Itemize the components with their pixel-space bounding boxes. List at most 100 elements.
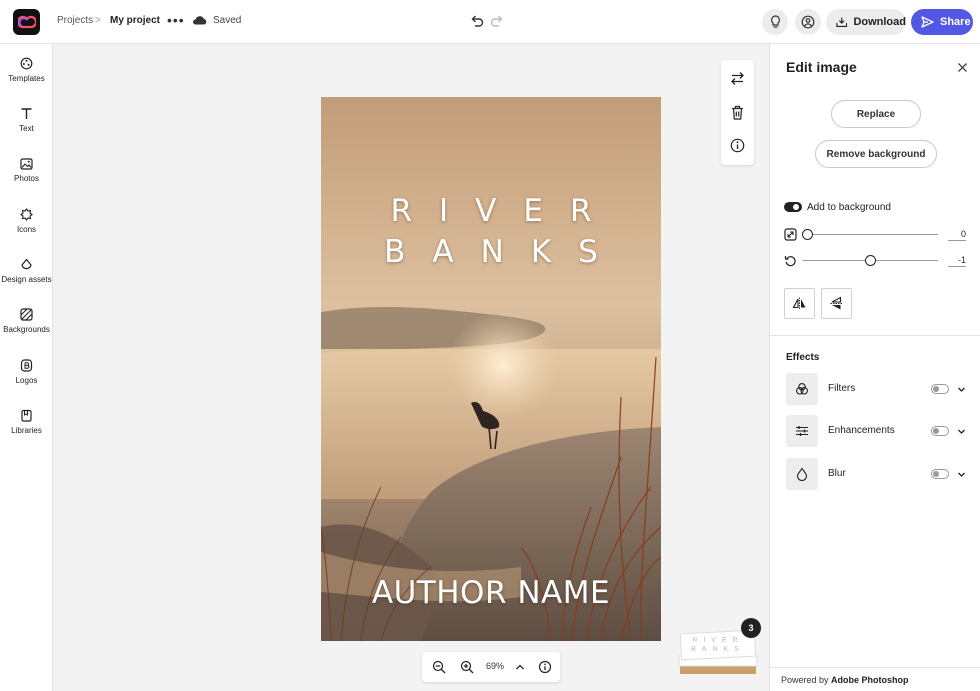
swap-icon[interactable]	[729, 70, 746, 87]
text-icon	[21, 108, 32, 119]
scale-slider-track[interactable]	[803, 234, 938, 235]
flip-horizontal-button[interactable]	[784, 288, 815, 319]
breadcrumb-separator: >	[95, 15, 101, 26]
rotate-icon	[784, 256, 796, 267]
rail-item-design-assets[interactable]: Design assets	[0, 258, 53, 300]
close-icon[interactable]	[957, 62, 968, 73]
zoom-level[interactable]: 69%	[486, 661, 504, 671]
panel-footer: Powered by Adobe Photoshop	[770, 667, 980, 691]
cover-title-line-1[interactable]: RIVER	[321, 193, 661, 229]
cloud-icon	[193, 16, 207, 25]
book-cover[interactable]: RIVER BANKS AUTHOR NAME	[321, 97, 661, 641]
lightbulb-button[interactable]	[762, 9, 788, 35]
effect-label: Blur	[828, 468, 846, 479]
rail-label: Backgrounds	[3, 325, 50, 334]
info-icon[interactable]	[538, 660, 552, 674]
rail-label: Templates	[8, 74, 45, 83]
rotate-value[interactable]: -1	[948, 255, 966, 267]
enhancements-toggle[interactable]	[931, 426, 949, 436]
more-options-button[interactable]: •••	[167, 13, 185, 27]
photos-icon	[20, 158, 33, 170]
rail-item-backgrounds[interactable]: Backgrounds	[0, 308, 53, 350]
share-button[interactable]: Share	[911, 9, 973, 35]
rail-label: Photos	[14, 174, 39, 183]
effect-label: Filters	[828, 383, 856, 394]
rail-label: Icons	[16, 225, 37, 234]
enhancements-tile[interactable]	[786, 415, 818, 447]
scale-value[interactable]: 0	[948, 229, 966, 241]
zoom-out-icon[interactable]	[432, 660, 446, 674]
add-to-background-toggle[interactable]	[784, 202, 802, 212]
download-button[interactable]: Download	[826, 9, 906, 35]
blur-tile[interactable]	[786, 458, 818, 490]
chevron-up-icon[interactable]	[513, 660, 527, 674]
trash-icon[interactable]	[729, 104, 746, 121]
save-status: Saved	[213, 15, 242, 26]
canvas-area: RIVER BANKS AUTHOR NAME 69% RIVER BANKS …	[53, 44, 769, 691]
panel-title: Edit image	[786, 59, 857, 75]
svg-text:RIVER: RIVER	[692, 637, 743, 644]
chevron-down-icon[interactable]	[957, 470, 966, 479]
info-icon[interactable]	[729, 137, 746, 154]
rail-item-logos[interactable]: Logos	[0, 359, 53, 401]
svg-text:BANKS: BANKS	[691, 646, 745, 653]
powered-by-prefix: Powered by	[781, 675, 829, 685]
filters-toggle[interactable]	[931, 384, 949, 394]
lightbulb-icon	[770, 15, 780, 28]
cover-title-line-2[interactable]: BANKS	[321, 234, 661, 270]
collaborate-button[interactable]	[795, 9, 821, 35]
project-name[interactable]: My project	[110, 15, 160, 26]
rail-item-icons[interactable]: Icons	[0, 208, 53, 250]
templates-icon	[20, 57, 33, 70]
powered-by-brand[interactable]: Adobe Photoshop	[831, 675, 909, 685]
effects-heading: Effects	[786, 352, 820, 363]
rail-label: Libraries	[11, 426, 42, 435]
download-label: Download	[853, 16, 906, 28]
breadcrumb-projects[interactable]: Projects	[57, 15, 93, 26]
effect-row-filters[interactable]: Filters	[786, 373, 966, 405]
enhancements-icon	[796, 426, 808, 436]
chevron-down-icon[interactable]	[957, 427, 966, 436]
rail-item-libraries[interactable]: Libraries	[0, 409, 53, 451]
flip-horizontal-icon	[792, 297, 806, 310]
blur-toggle[interactable]	[931, 469, 949, 479]
top-bar: Projects > My project ••• Saved Download	[0, 0, 980, 44]
left-rail: Templates Text Photos Icons Design asset…	[0, 44, 53, 691]
undo-icon[interactable]	[469, 13, 485, 29]
add-to-background-label: Add to background	[807, 202, 891, 213]
rail-item-text[interactable]: Text	[0, 107, 53, 149]
libraries-icon	[21, 409, 32, 422]
scale-slider-knob[interactable]	[802, 229, 813, 240]
add-collaborator-icon	[801, 15, 815, 29]
cover-photo	[321, 306, 661, 641]
design-assets-icon	[21, 258, 32, 270]
cover-author-name[interactable]: AUTHOR NAME	[321, 575, 661, 611]
effect-row-enhancements[interactable]: Enhancements	[786, 415, 966, 447]
redo-icon[interactable]	[489, 13, 505, 29]
share-label: Share	[940, 16, 971, 28]
effect-label: Enhancements	[828, 425, 895, 436]
rail-label: Text	[19, 124, 34, 133]
powered-by-text: Powered by Adobe Photoshop	[781, 675, 909, 685]
send-icon	[921, 16, 934, 28]
blur-droplet-icon	[796, 467, 808, 481]
rail-item-templates[interactable]: Templates	[0, 57, 53, 99]
flip-vertical-button[interactable]	[821, 288, 852, 319]
creative-cloud-icon	[17, 15, 36, 29]
rail-item-photos[interactable]: Photos	[0, 158, 53, 200]
scale-icon	[784, 228, 797, 241]
replace-button[interactable]: Replace	[831, 100, 921, 128]
zoom-in-icon[interactable]	[460, 660, 474, 674]
remove-background-button[interactable]: Remove background	[815, 140, 937, 168]
panel-divider	[770, 335, 980, 336]
filters-icon	[796, 383, 808, 395]
zoom-bar: 69%	[422, 652, 560, 682]
flip-vertical-icon	[830, 296, 843, 310]
rotate-slider-knob[interactable]	[865, 255, 876, 266]
effect-row-blur[interactable]: Blur	[786, 458, 966, 490]
filters-tile[interactable]	[786, 373, 818, 405]
page-count-badge: 3	[741, 618, 761, 638]
download-icon	[836, 17, 848, 27]
app-logo[interactable]	[13, 9, 40, 35]
chevron-down-icon[interactable]	[957, 385, 966, 394]
